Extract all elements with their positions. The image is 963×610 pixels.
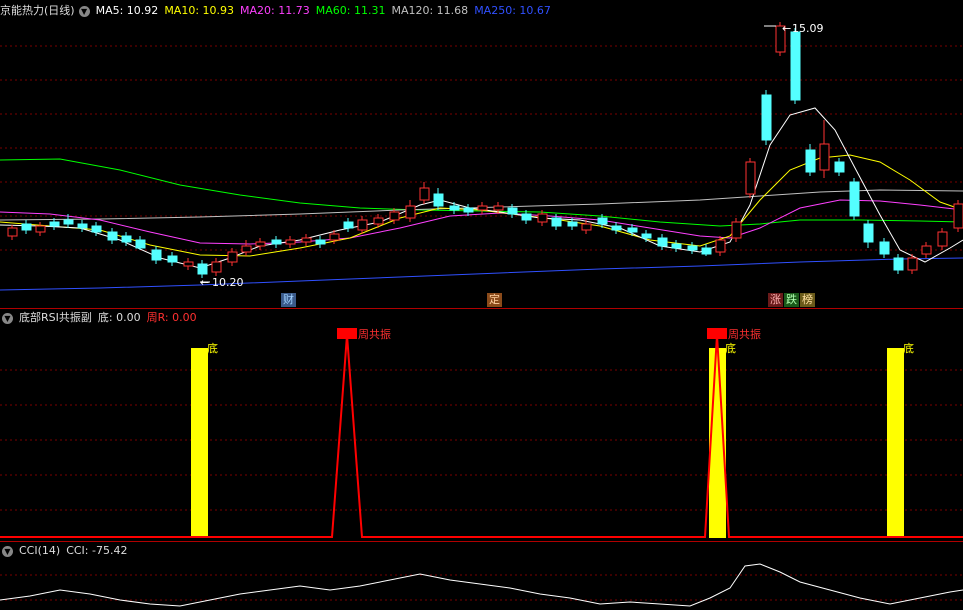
candle — [107, 228, 118, 244]
candle — [819, 120, 830, 178]
event-tag[interactable]: 财 — [281, 293, 296, 307]
candle — [937, 228, 948, 250]
sub-panel-header: ▼ 底部RSI共振副 底: 0.00 周R: 0.00 — [0, 310, 203, 326]
candle — [687, 242, 698, 254]
cci-panel-header: ▼ CCI(14) CCI: -75.42 — [0, 543, 133, 559]
zhou-value: 周R: 0.00 — [146, 311, 197, 324]
dropdown-icon[interactable]: ▼ — [78, 5, 90, 17]
candle — [419, 182, 430, 204]
event-tag[interactable]: 定 — [487, 293, 502, 307]
candle — [7, 225, 18, 240]
cci-value: CCI: -75.42 — [66, 544, 128, 557]
dropdown-icon[interactable]: ▼ — [2, 312, 13, 324]
candle — [343, 218, 354, 232]
candle — [135, 236, 146, 250]
candle — [805, 144, 816, 176]
candle — [35, 222, 46, 236]
candle — [790, 28, 801, 104]
candle — [477, 202, 488, 214]
candle — [863, 220, 874, 248]
candle — [151, 246, 162, 264]
resonance-marker — [337, 328, 357, 339]
candle — [167, 252, 178, 266]
candle — [255, 238, 266, 250]
candle — [701, 244, 712, 256]
ma-label: MA5: 10.92 — [95, 4, 159, 17]
candle — [405, 200, 416, 222]
event-tag[interactable]: 涨 — [768, 293, 783, 307]
candle — [285, 236, 296, 248]
signal-bar — [191, 348, 208, 538]
ma-label: MA60: 11.31 — [315, 4, 386, 17]
signal-bar — [887, 348, 904, 538]
candle — [879, 238, 890, 258]
low-price-label: 10.20 — [212, 276, 244, 289]
candle — [183, 258, 194, 270]
candle — [849, 178, 860, 220]
sub-grid — [0, 369, 963, 511]
candle — [227, 248, 238, 266]
bottom-signal-bars — [191, 348, 904, 538]
candle — [301, 234, 312, 246]
chart-canvas[interactable]: 15.09 10.20 ← ← 底 底 底 周共振 周共振 — [0, 0, 963, 610]
candle — [715, 236, 726, 256]
dropdown-icon[interactable]: ▼ — [2, 545, 13, 557]
candle — [893, 254, 904, 274]
candle — [761, 90, 772, 145]
candle — [463, 204, 474, 216]
candle — [921, 242, 932, 258]
candle — [433, 188, 444, 210]
ma-label: MA120: 11.68 — [391, 4, 469, 17]
cci-grid — [0, 574, 963, 601]
candle — [271, 236, 282, 248]
svg-text:←: ← — [782, 22, 791, 35]
candle — [745, 158, 756, 198]
svg-text:←: ← — [200, 276, 209, 289]
ma-labels: MA5: 10.92 MA10: 10.93 MA20: 11.73 MA60: 11… — [96, 4, 557, 17]
candle — [315, 236, 326, 248]
candle — [657, 234, 668, 250]
candle — [611, 222, 622, 234]
candle — [449, 202, 460, 214]
ma250-line — [0, 257, 963, 291]
event-tag[interactable]: 跌 — [784, 293, 799, 307]
ma-label: MA10: 10.93 — [164, 4, 235, 17]
candle — [241, 240, 252, 256]
candle — [731, 218, 742, 242]
resonance-label: 周共振 — [358, 327, 391, 341]
candle — [834, 158, 845, 176]
bar-label: 底 — [725, 341, 736, 355]
high-price-label: 15.09 — [792, 22, 824, 35]
candle — [21, 220, 32, 234]
ma-label: MA250: 10.67 — [474, 4, 551, 17]
ma-label: MA20: 11.73 — [240, 4, 310, 17]
resonance-line — [0, 334, 963, 538]
main-grid — [0, 45, 963, 251]
resonance-label: 周共振 — [728, 327, 761, 341]
candle — [671, 240, 682, 252]
candle — [211, 258, 222, 276]
bar-label: 底 — [207, 341, 218, 355]
candlestick-series — [7, 22, 963, 278]
resonance-marker — [707, 328, 727, 339]
stock-title: 京能热力(日线) — [0, 4, 75, 17]
candle — [953, 200, 963, 232]
di-value: 底: 0.00 — [97, 311, 141, 324]
cci-title: CCI(14) — [19, 544, 61, 557]
indicator-title: 底部RSI共振副 — [19, 311, 92, 324]
event-tag[interactable]: 榜 — [800, 293, 815, 307]
main-panel-header: 京能热力(日线) ▼ MA5: 10.92 MA10: 10.93 MA20: 11.7… — [0, 3, 563, 19]
bar-label: 底 — [903, 341, 914, 355]
